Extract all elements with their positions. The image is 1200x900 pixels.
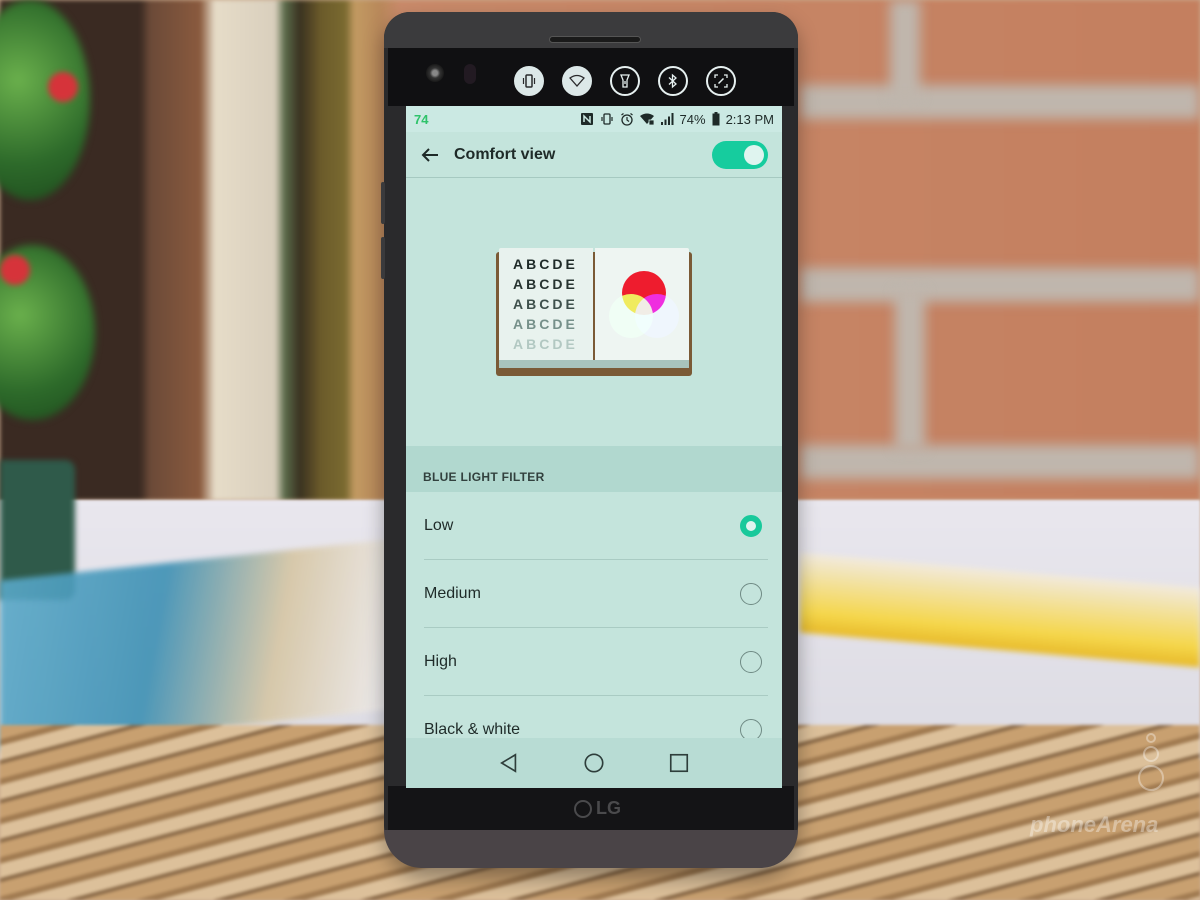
flashlight-icon — [620, 74, 630, 88]
bluetooth-icon — [668, 73, 677, 89]
mortar-line — [895, 290, 925, 450]
status-bar: 74 74% 2:13 PM — [406, 106, 782, 132]
proximity-sensor — [464, 64, 476, 84]
option-label: Medium — [424, 585, 481, 602]
book-illustration: ABCDE ABCDE ABCDE ABCDE ABCDE — [496, 248, 692, 376]
home-circle-icon — [584, 753, 604, 773]
brand-label: LG — [596, 798, 621, 818]
option-label: Low — [424, 517, 454, 534]
front-camera — [426, 64, 444, 82]
screenshot-toggle[interactable] — [706, 66, 736, 96]
second-screen — [514, 66, 736, 96]
watermark: phoneArena — [1030, 812, 1159, 837]
option-high[interactable]: High — [406, 628, 782, 696]
flashlight-toggle[interactable] — [610, 66, 640, 96]
back-button[interactable] — [420, 145, 440, 165]
clock: 2:13 PM — [725, 111, 774, 127]
sample-text-row: ABCDE — [513, 336, 578, 352]
option-low[interactable]: Low — [406, 492, 782, 560]
volume-key[interactable] — [381, 182, 385, 224]
sample-text-row: ABCDE — [513, 316, 578, 332]
radio-button[interactable] — [740, 515, 762, 537]
wifi-toggle[interactable] — [562, 66, 592, 96]
radio-button[interactable] — [740, 583, 762, 605]
nfc-icon — [580, 112, 594, 126]
illustration-area: ABCDE ABCDE ABCDE ABCDE ABCDE — [406, 178, 782, 446]
navigation-bar — [406, 738, 782, 788]
wifi-locked-icon — [639, 112, 654, 126]
nav-back-button[interactable] — [494, 748, 524, 778]
back-triangle-icon — [499, 753, 516, 773]
section-title: BLUE LIGHT FILTER — [423, 470, 545, 484]
flower — [48, 72, 78, 102]
signal-icon — [660, 112, 674, 126]
nav-home-button[interactable] — [579, 748, 609, 778]
lg-logo: LG — [574, 798, 621, 819]
lg-logo-icon — [574, 799, 592, 818]
battery-percent: 74% — [679, 111, 706, 127]
vibrate-icon — [522, 74, 536, 88]
wifi-icon — [569, 74, 585, 87]
option-medium[interactable]: Medium — [406, 560, 782, 628]
phone-screen: 74 74% 2:13 PM Comfort view ABCDE ABCDE … — [406, 106, 782, 788]
sample-text-row: ABCDE — [513, 296, 578, 312]
vibrate-toggle[interactable] — [514, 66, 544, 96]
section-header: BLUE LIGHT FILTER — [406, 446, 782, 492]
mortar-line — [800, 85, 1200, 119]
mortar-line — [800, 268, 1200, 302]
comfort-view-toggle[interactable] — [712, 140, 768, 169]
book-page-left: ABCDE ABCDE ABCDE ABCDE ABCDE — [499, 248, 593, 368]
radio-button[interactable] — [740, 651, 762, 673]
page-title: Comfort view — [454, 145, 556, 163]
blue-circle — [635, 294, 679, 338]
mortar-line — [800, 445, 1200, 479]
option-label: Black & white — [424, 721, 521, 738]
earpiece-speaker — [549, 36, 641, 43]
sample-text-row: ABCDE — [513, 256, 578, 272]
capture-icon — [714, 74, 728, 88]
book-page-edge — [499, 360, 689, 368]
mortar-line — [890, 0, 920, 100]
arrow-left-icon — [421, 147, 438, 162]
filter-options-list: Low Medium High Black & white — [406, 492, 782, 764]
toggle-knob — [744, 144, 764, 165]
bluetooth-toggle[interactable] — [658, 66, 688, 96]
vibrate-icon — [600, 112, 614, 126]
volume-key[interactable] — [381, 237, 385, 279]
flower — [0, 255, 30, 285]
app-bar: Comfort view — [406, 132, 782, 178]
watermark-logo-icon — [1138, 730, 1164, 794]
recents-square-icon — [670, 753, 689, 773]
rgb-venn-icon — [609, 271, 679, 338]
option-label: High — [424, 653, 457, 670]
nav-recents-button[interactable] — [664, 748, 694, 778]
battery-icon — [712, 112, 720, 126]
notification-count: 74 — [414, 111, 429, 127]
alarm-icon — [620, 112, 634, 126]
sample-text-row: ABCDE — [513, 276, 578, 292]
status-icons: 74% 2:13 PM — [580, 112, 774, 127]
phone-bottom-cap — [384, 830, 798, 868]
